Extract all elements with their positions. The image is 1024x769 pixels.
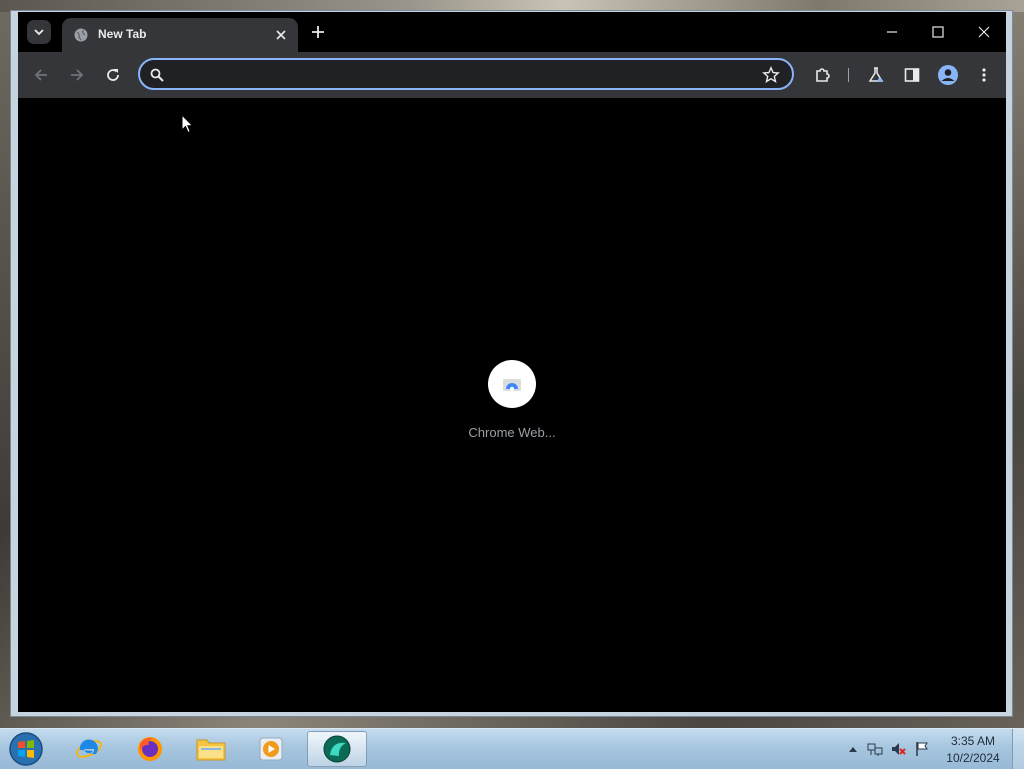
chrome-frame: New Tab Chrome Web... (18, 12, 1006, 712)
firefox-icon (138, 737, 162, 761)
volume-tray-button[interactable] (890, 741, 906, 757)
show-hidden-icons-button[interactable] (845, 741, 861, 757)
tab-title: New Tab (98, 27, 147, 41)
taskbar: 3:35 AM 10/2/2024 (0, 728, 1024, 769)
labs-button[interactable] (864, 63, 888, 87)
file-explorer-icon (196, 739, 226, 761)
chrome-app-icon (323, 735, 351, 763)
network-tray-button[interactable] (867, 741, 883, 757)
address-bar[interactable] (138, 58, 794, 90)
chevron-up-icon (849, 747, 857, 752)
flask-icon (868, 67, 884, 82)
tab-new-tab[interactable]: New Tab (62, 18, 298, 52)
system-clock[interactable]: 3:35 AM 10/2/2024 (940, 733, 1006, 767)
media-player-icon (259, 737, 283, 761)
close-window-button[interactable] (972, 20, 996, 44)
chevron-down-icon (34, 29, 44, 36)
puzzle-icon (816, 68, 830, 82)
maximize-icon (932, 26, 944, 38)
forward-button[interactable] (65, 63, 89, 87)
plus-icon (312, 26, 324, 38)
shortcut-label: Chrome Web... (468, 425, 556, 440)
action-center-button[interactable] (914, 741, 930, 757)
browser-window: New Tab Chrome Web... (10, 10, 1013, 717)
profile-button[interactable] (936, 63, 960, 87)
tab-close-button[interactable] (272, 26, 290, 44)
side-panel-button[interactable] (900, 63, 924, 87)
clock-time: 3:35 AM (950, 734, 996, 748)
maximize-button[interactable] (926, 20, 950, 44)
tab-strip: New Tab (18, 12, 1006, 52)
flag-icon (916, 742, 928, 756)
pinned-chrome-app[interactable] (307, 731, 367, 767)
mouse-cursor-icon (181, 114, 194, 134)
start-button[interactable] (6, 730, 46, 768)
reload-button[interactable] (101, 63, 125, 87)
network-icon (867, 743, 883, 756)
arrow-right-icon (71, 69, 84, 81)
volume-muted-icon (892, 743, 906, 755)
shortcut-icon-circle (488, 360, 536, 408)
browser-toolbar (18, 52, 1006, 98)
toolbar-separator (848, 68, 849, 82)
minimize-icon (887, 31, 897, 33)
pinned-media-player[interactable] (245, 731, 299, 767)
tab-search-button[interactable] (27, 20, 51, 44)
new-tab-page: Chrome Web... (18, 98, 1006, 712)
star-icon[interactable] (762, 66, 780, 84)
clock-date: 10/2/2024 (946, 751, 1000, 765)
new-tab-button[interactable] (308, 22, 328, 42)
back-button[interactable] (29, 63, 53, 87)
reload-icon (107, 69, 119, 81)
pinned-file-explorer[interactable] (184, 731, 238, 767)
close-icon (978, 26, 990, 38)
chrome-web-store-icon (503, 379, 521, 392)
shortcut-tile[interactable]: Chrome Web... (460, 360, 564, 450)
windows-start-orb-icon (9, 732, 43, 766)
show-desktop-button[interactable] (1012, 729, 1024, 769)
avatar-icon (938, 65, 958, 85)
search-icon (150, 68, 164, 82)
close-icon (276, 30, 286, 40)
address-input[interactable] (176, 63, 750, 87)
arrow-left-icon (34, 69, 47, 81)
extensions-button[interactable] (811, 63, 835, 87)
kebab-menu-icon (982, 68, 986, 82)
minimize-button[interactable] (880, 20, 904, 44)
pinned-internet-explorer[interactable] (62, 731, 116, 767)
internet-explorer-icon (75, 739, 103, 758)
menu-button[interactable] (972, 63, 996, 87)
side-panel-icon (904, 68, 920, 82)
globe-icon (74, 28, 88, 42)
pinned-firefox[interactable] (123, 731, 177, 767)
